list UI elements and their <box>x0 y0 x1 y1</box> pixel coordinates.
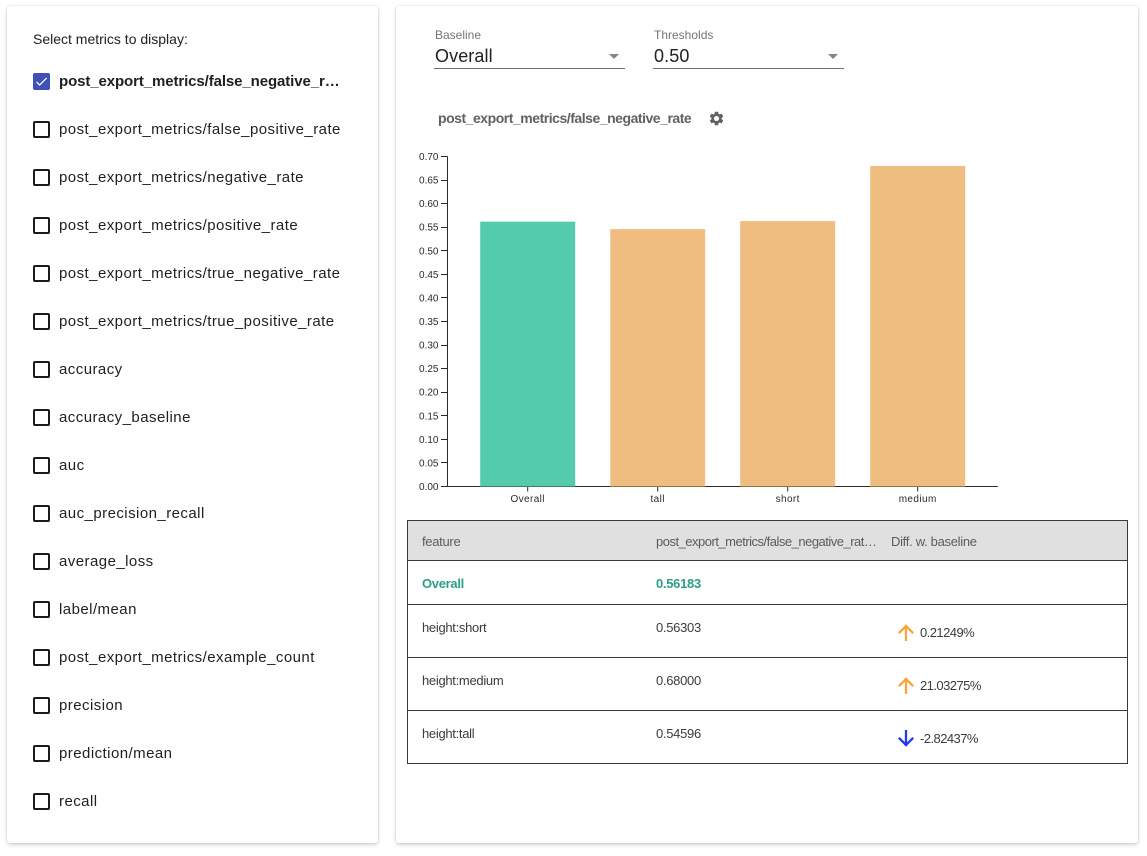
svg-text:0.65: 0.65 <box>419 176 439 187</box>
svg-text:0.45: 0.45 <box>419 270 439 281</box>
svg-text:0.70: 0.70 <box>419 152 439 163</box>
svg-text:0.05: 0.05 <box>419 458 439 469</box>
svg-text:0.30: 0.30 <box>419 341 439 352</box>
svg-text:0.40: 0.40 <box>419 293 439 304</box>
svg-text:0.00: 0.00 <box>419 482 439 493</box>
svg-text:0.60: 0.60 <box>419 199 439 210</box>
svg-text:tall: tall <box>651 494 665 505</box>
svg-text:0.35: 0.35 <box>419 317 439 328</box>
svg-text:0.20: 0.20 <box>419 388 439 399</box>
svg-text:0.10: 0.10 <box>419 435 439 446</box>
svg-text:short: short <box>776 494 800 505</box>
svg-text:0.25: 0.25 <box>419 364 439 375</box>
svg-text:medium: medium <box>899 494 937 505</box>
svg-text:0.50: 0.50 <box>419 246 439 257</box>
svg-text:0.15: 0.15 <box>419 411 439 422</box>
svg-text:Overall: Overall <box>510 494 544 505</box>
svg-text:0.55: 0.55 <box>419 223 439 234</box>
